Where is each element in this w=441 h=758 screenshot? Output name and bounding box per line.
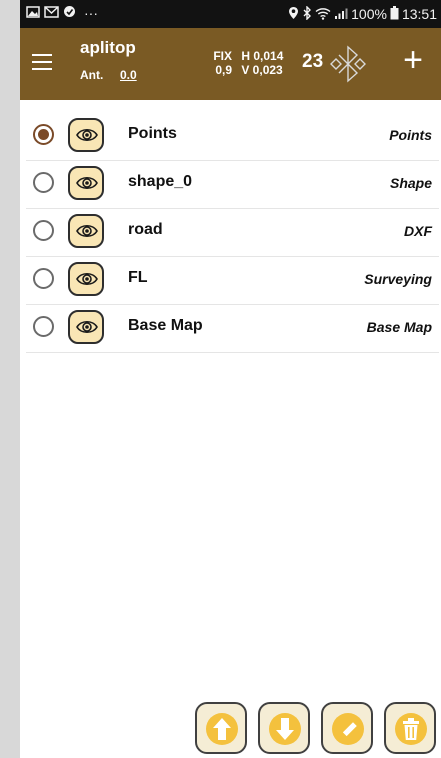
menu-icon[interactable]: [30, 50, 56, 74]
eye-icon: [76, 320, 98, 334]
list-item[interactable]: FL Surveying: [26, 257, 439, 305]
image-icon: [26, 5, 40, 20]
layer-type: Surveying: [364, 271, 432, 287]
layer-name: road: [128, 221, 163, 238]
list-item[interactable]: shape_0 Shape: [26, 161, 439, 209]
app-bar: aplitop Ant. 0.0 FIX H 0,014 0,9 V 0,023…: [20, 28, 441, 100]
delete-button[interactable]: [384, 702, 436, 754]
signal-icon: [334, 7, 348, 22]
bottom-toolbar: [195, 702, 440, 754]
add-layer-button[interactable]: +: [394, 41, 432, 79]
bluetooth-connection-icon[interactable]: [327, 43, 369, 85]
fix-row: FIX H 0,014: [210, 49, 283, 63]
layer-type: Shape: [389, 175, 432, 191]
trash-icon: [395, 713, 427, 745]
move-down-button[interactable]: [258, 702, 310, 754]
radio-button-selected[interactable]: [33, 124, 54, 145]
battery-percent: 100%: [351, 6, 387, 22]
wifi-icon: [315, 7, 331, 22]
arrow-down-icon: [269, 713, 301, 745]
eye-icon: [76, 128, 98, 142]
pdop-value: 0,9: [215, 63, 232, 77]
h-precision: H 0,014: [241, 49, 284, 63]
precision-row: 0,9 V 0,023: [210, 63, 283, 77]
bluetooth-icon: [302, 5, 312, 22]
eye-icon: [76, 272, 98, 286]
pencil-icon: [332, 713, 364, 745]
edit-button[interactable]: [321, 702, 373, 754]
layer-type: Points: [389, 127, 432, 143]
list-item[interactable]: Base Map Base Map: [26, 305, 439, 353]
visibility-toggle[interactable]: [68, 166, 104, 200]
visibility-toggle[interactable]: [68, 262, 104, 296]
satellite-count: 23: [302, 51, 324, 72]
layer-name: FL: [128, 269, 148, 286]
antenna-height-link[interactable]: 0.0: [120, 68, 137, 82]
radio-button[interactable]: [33, 172, 54, 193]
sync-icon: [63, 5, 76, 20]
layer-name: Base Map: [128, 317, 203, 334]
eye-icon: [76, 176, 98, 190]
fix-label: FIX: [213, 49, 232, 63]
radio-button[interactable]: [33, 220, 54, 241]
layer-name: Points: [128, 125, 177, 142]
layer-type: Base Map: [366, 319, 432, 335]
status-left: ···: [26, 5, 98, 20]
radio-button[interactable]: [33, 316, 54, 337]
location-icon: [288, 6, 299, 22]
clock: 13:51: [401, 6, 437, 22]
app-title: aplitop: [80, 38, 136, 57]
list-item[interactable]: road DXF: [26, 209, 439, 257]
move-up-button[interactable]: [195, 702, 247, 754]
overflow-indicator: ···: [84, 4, 98, 21]
status-right: 100% 13:51: [288, 5, 437, 22]
layer-name: shape_0: [128, 173, 193, 190]
gmail-icon: [44, 5, 59, 20]
gnss-status: FIX H 0,014 0,9 V 0,023: [210, 49, 283, 77]
visibility-toggle[interactable]: [68, 310, 104, 344]
list-item[interactable]: Points Points: [26, 113, 439, 161]
visibility-toggle[interactable]: [68, 214, 104, 248]
phone-screen: ··· 100% 13:51 aplitop Ant. 0.0 FIX H 0,…: [20, 0, 441, 758]
visibility-toggle[interactable]: [68, 118, 104, 152]
v-precision: V 0,023: [241, 63, 283, 77]
arrow-up-icon: [206, 713, 238, 745]
status-bar: ··· 100% 13:51: [20, 0, 441, 28]
layer-type: DXF: [404, 223, 432, 239]
battery-icon: [390, 6, 399, 22]
radio-button[interactable]: [33, 268, 54, 289]
eye-icon: [76, 224, 98, 238]
layer-list: Points Points shape_0 Shape road DXF FL …: [26, 113, 439, 353]
antenna-label: Ant.: [80, 68, 104, 82]
